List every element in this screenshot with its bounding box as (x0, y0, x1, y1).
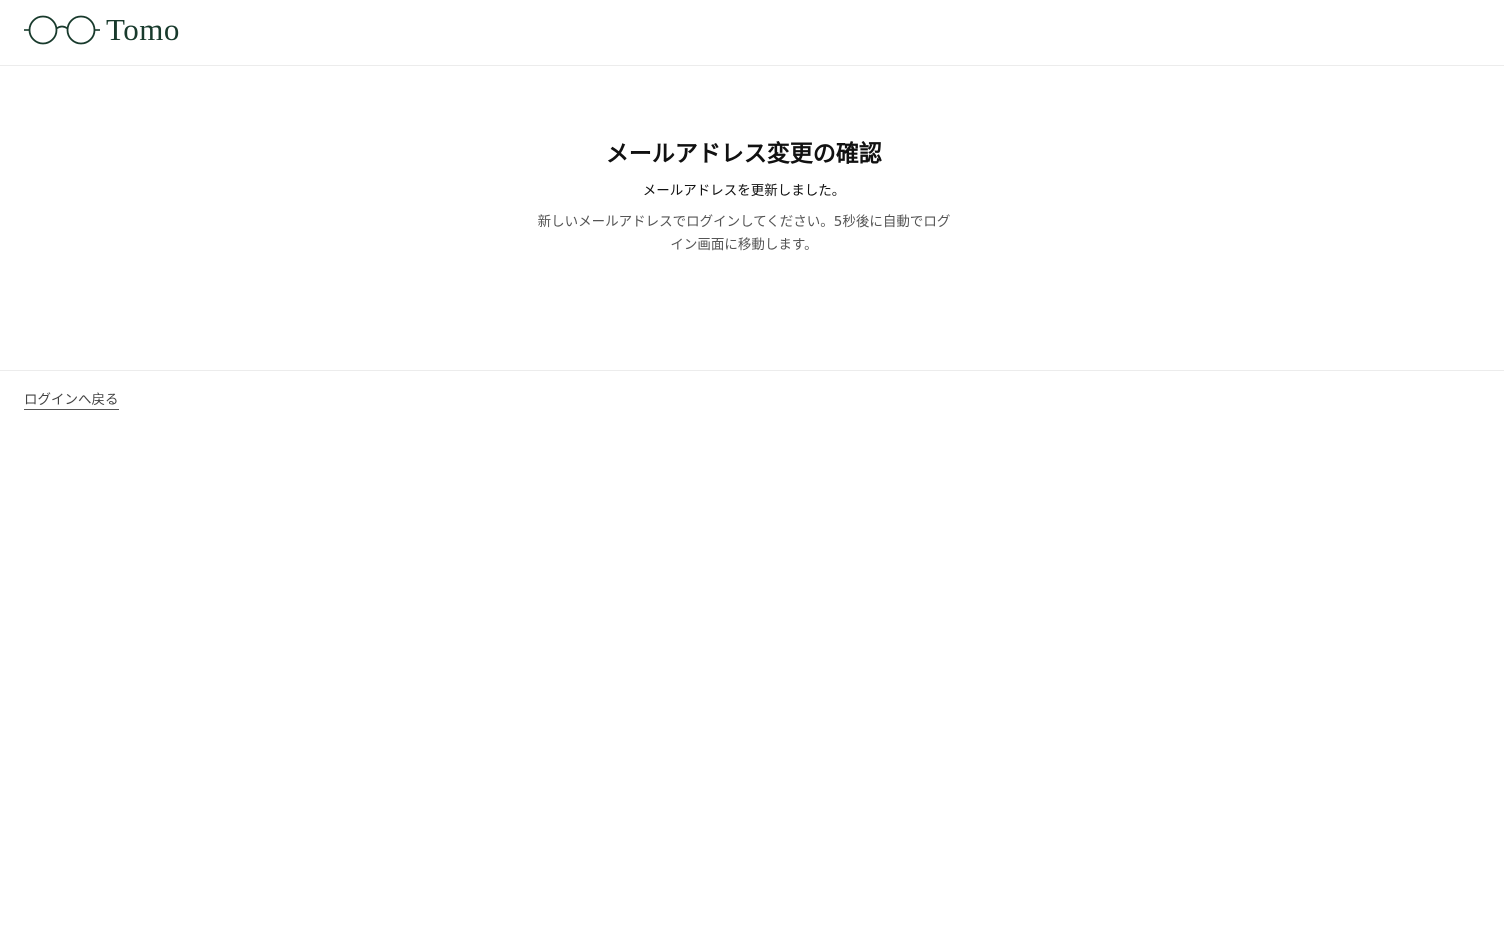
logo[interactable]: Tomo (24, 14, 180, 46)
header: Tomo (0, 0, 1504, 66)
success-message: メールアドレスを更新しました。 (642, 183, 846, 199)
footer: ログインへ戻る (24, 389, 119, 410)
redirect-notice: 新しいメールアドレスでログインしてください。5秒後に自動でログイン画面に移動しま… (537, 214, 951, 253)
confirmation-panel: メールアドレス変更の確認 メールアドレスを更新しました。 新しいメールアドレスで… (537, 136, 951, 257)
back-to-login-link[interactable]: ログインへ戻る (24, 392, 119, 410)
main-section: メールアドレス変更の確認 メールアドレスを更新しました。 新しいメールアドレスで… (0, 66, 1504, 371)
page-title: メールアドレス変更の確認 (606, 141, 882, 167)
logo-text: Tomo (106, 12, 180, 47)
glasses-icon (24, 15, 100, 45)
